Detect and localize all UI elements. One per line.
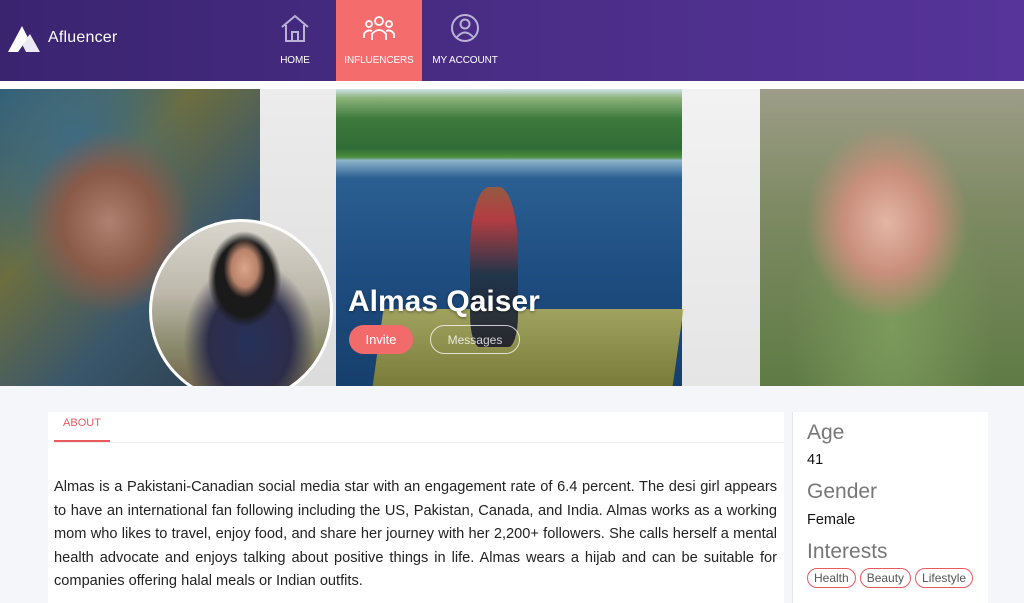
- cover-photo-dock: [372, 309, 684, 387]
- profile-name: Almas Qaiser: [348, 285, 540, 318]
- nav-label-influencers: INFLUENCERS: [344, 55, 414, 66]
- interest-tag[interactable]: Beauty: [859, 568, 912, 588]
- cover-photo-right: [760, 89, 1024, 386]
- nav-item-influencers[interactable]: INFLUENCERS: [336, 0, 422, 81]
- interest-tag[interactable]: Health: [807, 568, 856, 588]
- invite-button[interactable]: Invite: [349, 325, 413, 354]
- people-icon: [363, 16, 395, 40]
- about-bio-text: Almas is a Pakistani-Canadian social med…: [54, 479, 777, 589]
- brand-logo[interactable]: Afluencer: [6, 22, 117, 54]
- profile-avatar: [149, 219, 333, 403]
- age-label: Age: [807, 421, 845, 444]
- account-icon: [451, 14, 479, 42]
- interests-label: Interests: [807, 540, 888, 563]
- interest-tag[interactable]: Lifestyle: [915, 568, 974, 588]
- nav-label-home: HOME: [280, 55, 310, 66]
- messages-button[interactable]: Messages: [430, 325, 520, 354]
- top-navbar: Afluencer HOME INFLUENCERS MY ACCOUNT: [0, 0, 1024, 81]
- gender-label: Gender: [807, 480, 878, 503]
- tab-divider: [54, 442, 784, 443]
- nav-divider: [0, 81, 1024, 89]
- brand-name: Afluencer: [48, 29, 118, 46]
- interest-tags: Health Beauty Lifestyle: [807, 568, 974, 588]
- nav-item-my-account[interactable]: MY ACCOUNT: [432, 0, 498, 81]
- home-icon: [281, 14, 309, 42]
- cover-photo-person: [470, 187, 518, 347]
- nav-label-my-account: MY ACCOUNT: [432, 55, 498, 66]
- age-value: 41: [807, 452, 824, 468]
- gender-value: Female: [807, 512, 856, 528]
- triangle-logo-icon: [8, 26, 40, 52]
- tab-about[interactable]: ABOUT: [54, 414, 110, 442]
- nav-item-home[interactable]: HOME: [269, 0, 321, 81]
- cover-photo-spacer: [682, 89, 760, 386]
